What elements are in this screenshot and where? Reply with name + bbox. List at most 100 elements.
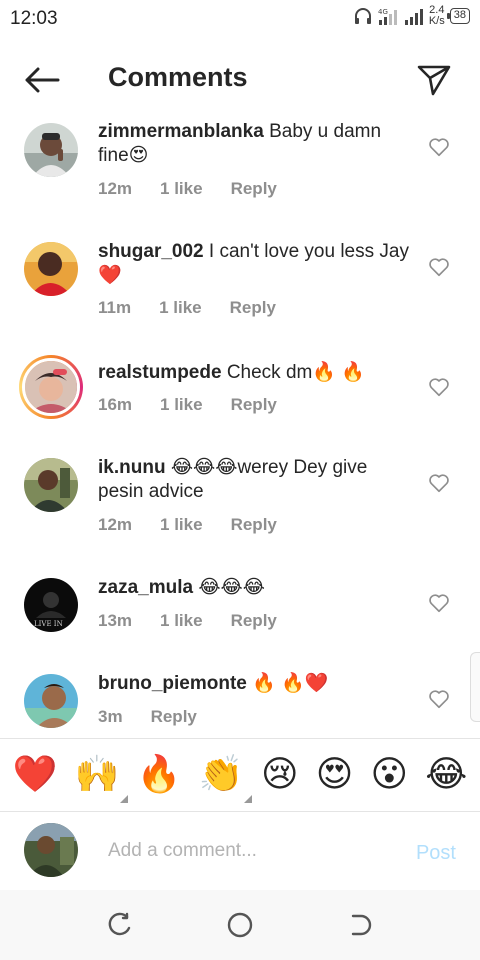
- send-icon: [417, 65, 451, 96]
- current-user-avatar: [24, 823, 78, 877]
- speed-unit: K/s: [428, 15, 445, 27]
- back-nav-icon: [351, 914, 372, 936]
- reply-button[interactable]: Reply: [231, 611, 277, 631]
- avatar-image: LIVE IN: [24, 578, 78, 632]
- post-button[interactable]: Post: [416, 842, 456, 865]
- comment-meta: 3m Reply: [98, 707, 225, 727]
- reply-button[interactable]: Reply: [231, 179, 277, 199]
- emoji-surprised-face[interactable]: 😮: [371, 755, 409, 795]
- comment-meta: 16m 1 like Reply: [98, 395, 305, 415]
- heart-outline-icon[interactable]: [428, 688, 450, 710]
- system-nav-bar: [0, 890, 480, 960]
- avatar[interactable]: [24, 674, 78, 728]
- comment-time: 12m: [98, 515, 133, 534]
- share-button[interactable]: [414, 60, 454, 100]
- comment-text: zaza_mula 😂😂😂: [98, 576, 416, 600]
- emoji-raising-hands-glyph: 🙌: [74, 754, 120, 795]
- comment-input[interactable]: [108, 834, 398, 868]
- avatar[interactable]: LIVE IN: [24, 578, 78, 632]
- comment-likes[interactable]: 1 like: [160, 395, 203, 415]
- emoji-quick-bar: ❤️ 🙌 🔥 👏 😢 😍 😮 😂: [0, 738, 480, 812]
- comment-time: 3m: [98, 707, 123, 726]
- comment-username[interactable]: zaza_mula: [98, 577, 193, 598]
- status-icons: 4G 2.4 K/s 38: [354, 5, 470, 27]
- home-circle-icon: [227, 912, 253, 938]
- heart-outline-icon[interactable]: [428, 376, 450, 398]
- comment-content: 🔥 🔥❤️: [252, 673, 329, 694]
- emoji-raising-hands[interactable]: 🙌: [74, 754, 128, 803]
- avatar-image: [24, 123, 78, 177]
- emoji-red-heart[interactable]: ❤️: [13, 755, 58, 795]
- heart-outline-icon[interactable]: [428, 472, 450, 494]
- heart-outline-icon[interactable]: [428, 592, 450, 614]
- recent-apps-icon: [108, 912, 131, 936]
- emoji-fire[interactable]: 🔥: [137, 755, 182, 795]
- comment-time: 11m: [98, 298, 132, 317]
- comment-text: realstumpede Check dm🔥 🔥: [98, 361, 416, 385]
- header: Comments: [0, 48, 480, 112]
- reply-button[interactable]: Reply: [230, 298, 276, 318]
- status-time: 12:03: [10, 8, 58, 29]
- avatar-image: [24, 242, 78, 296]
- comment-content: Check dm🔥 🔥: [226, 362, 365, 383]
- comment-time: 12m: [98, 179, 133, 198]
- comment-text: bruno_piemonte 🔥 🔥❤️: [98, 672, 416, 696]
- avatar-image: [22, 358, 80, 416]
- comments-list[interactable]: zimmermanblanka Baby u damn fine😍 12m 1 …: [0, 116, 480, 738]
- comment-meta: 12m 1 like Reply: [98, 515, 305, 535]
- signal-bars-icon: [404, 9, 423, 25]
- emoji-clapping-hands[interactable]: 👏: [198, 754, 252, 803]
- avatar[interactable]: [24, 242, 78, 296]
- emoji-heart-eyes[interactable]: 😍: [316, 755, 354, 795]
- reply-button[interactable]: Reply: [151, 707, 197, 727]
- avatar[interactable]: [24, 458, 78, 512]
- comment-time: 13m: [98, 611, 133, 630]
- comment-likes[interactable]: 1 like: [160, 611, 203, 631]
- emoji-clapping-hands-glyph: 👏: [198, 754, 244, 795]
- skin-tone-indicator-icon: [119, 795, 128, 803]
- avatar[interactable]: [24, 123, 78, 177]
- avatar-text: LIVE IN: [34, 620, 63, 628]
- comment-text: ik.nunu 😂😂😂werey Dey give pesin advice: [98, 456, 416, 504]
- back-button[interactable]: [20, 62, 64, 98]
- comment-likes[interactable]: 1 like: [160, 515, 203, 535]
- back-nav-button[interactable]: [340, 908, 380, 942]
- network-speed: 2.4 K/s: [429, 5, 445, 27]
- avatar-image: [24, 674, 78, 728]
- status-bar: 12:03 4G 2.4 K/s 38: [0, 0, 480, 40]
- scroll-handle[interactable]: [470, 652, 480, 722]
- headphones-icon: [354, 8, 371, 24]
- emoji-tears-of-joy[interactable]: 😂: [425, 755, 467, 795]
- page-title: Comments: [108, 62, 248, 92]
- reply-button[interactable]: Reply: [231, 515, 277, 535]
- comment-content: 😂😂😂: [198, 577, 265, 598]
- skin-tone-indicator-icon: [243, 795, 252, 803]
- comment-meta: 13m 1 like Reply: [98, 611, 305, 631]
- network-label: 4G: [378, 8, 388, 16]
- comment-likes[interactable]: 1 like: [160, 179, 203, 199]
- heart-outline-icon[interactable]: [428, 256, 450, 278]
- comment-username[interactable]: zimmermanblanka: [98, 121, 264, 142]
- signal-4g-icon: 4G: [378, 8, 397, 25]
- recent-apps-button[interactable]: [100, 908, 140, 942]
- comment-username[interactable]: realstumpede: [98, 362, 222, 383]
- avatar-with-story-ring[interactable]: [19, 355, 83, 419]
- comment-meta: 11m 1 like Reply: [98, 298, 304, 318]
- avatar-image: [24, 823, 78, 877]
- comment-time: 16m: [98, 395, 133, 414]
- back-arrow-icon: [25, 67, 60, 93]
- comment-likes[interactable]: 1 like: [159, 298, 202, 318]
- heart-outline-icon[interactable]: [428, 136, 450, 158]
- comment-text: shugar_002 I can't love you less Jay ❤️: [98, 240, 416, 288]
- reply-button[interactable]: Reply: [231, 395, 277, 415]
- comment-text: zimmermanblanka Baby u damn fine😍: [98, 120, 416, 168]
- emoji-crying-face[interactable]: 😢: [261, 755, 299, 795]
- home-button[interactable]: [220, 908, 260, 942]
- battery-icon: 38: [446, 8, 470, 24]
- avatar-image: [24, 458, 78, 512]
- comment-composer: Post: [0, 812, 480, 890]
- comment-username[interactable]: ik.nunu: [98, 457, 166, 478]
- comment-username[interactable]: bruno_piemonte: [98, 673, 247, 694]
- comment-username[interactable]: shugar_002: [98, 241, 204, 262]
- comment-meta: 12m 1 like Reply: [98, 179, 305, 199]
